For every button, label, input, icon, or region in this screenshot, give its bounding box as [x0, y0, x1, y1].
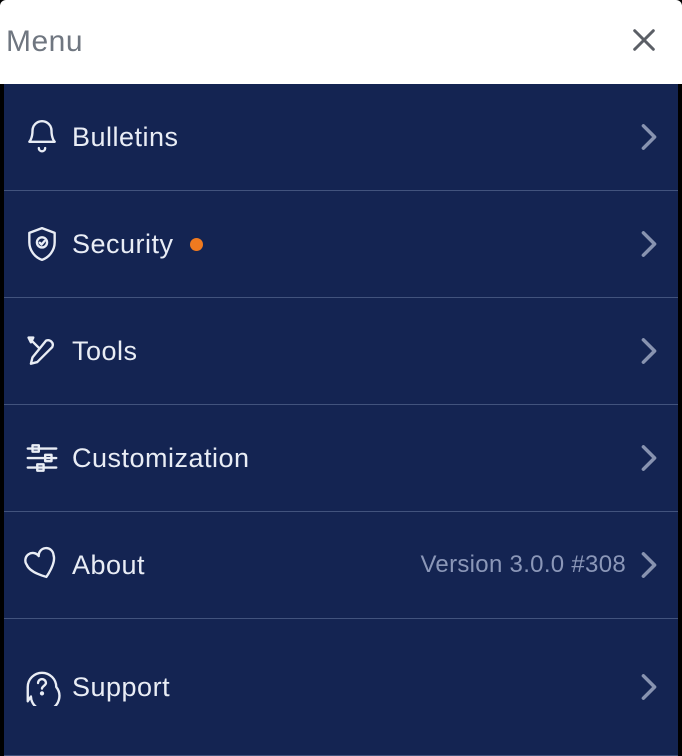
chevron-right-icon: [640, 673, 658, 701]
menu-item-label: Support: [72, 672, 170, 703]
menu-item-text: Security: [72, 229, 174, 260]
close-icon: [630, 26, 658, 59]
menu-item-label: Tools: [72, 336, 138, 367]
chevron-right-icon: [640, 444, 658, 472]
menu-item-tools[interactable]: Tools: [4, 298, 678, 405]
chevron-right-icon: [640, 337, 658, 365]
menu-item-text: Bulletins: [72, 122, 179, 153]
chevron-right-icon: [640, 551, 658, 579]
menu-list: Bulletins Security: [0, 84, 682, 756]
notification-dot: [190, 238, 203, 251]
heart-icon: [12, 546, 72, 584]
version-text: Version 3.0.0 #308: [420, 551, 626, 579]
tools-icon: [12, 332, 72, 370]
menu-item-label: Security: [72, 229, 203, 260]
sliders-icon: [12, 439, 72, 477]
chevron-right-icon: [640, 123, 658, 151]
bell-icon: [12, 118, 72, 156]
menu-item-about[interactable]: About Version 3.0.0 #308: [4, 512, 678, 619]
menu-item-text: Customization: [72, 443, 250, 474]
menu-item-text: About: [72, 550, 145, 581]
menu-title: Menu: [6, 25, 83, 59]
menu-item-security[interactable]: Security: [4, 191, 678, 298]
menu-item-label: Customization: [72, 443, 250, 474]
menu-item-text: Tools: [72, 336, 138, 367]
menu-item-label: About: [72, 550, 145, 581]
shield-icon: [12, 225, 72, 263]
close-button[interactable]: [624, 22, 664, 62]
menu-item-text: Support: [72, 672, 170, 703]
menu-item-label: Bulletins: [72, 122, 179, 153]
menu-header: Menu: [0, 0, 682, 84]
menu-item-customization[interactable]: Customization: [4, 405, 678, 512]
help-icon: [12, 668, 72, 706]
menu-item-support[interactable]: Support: [4, 619, 678, 756]
chevron-right-icon: [640, 230, 658, 258]
menu-item-bulletins[interactable]: Bulletins: [4, 84, 678, 191]
